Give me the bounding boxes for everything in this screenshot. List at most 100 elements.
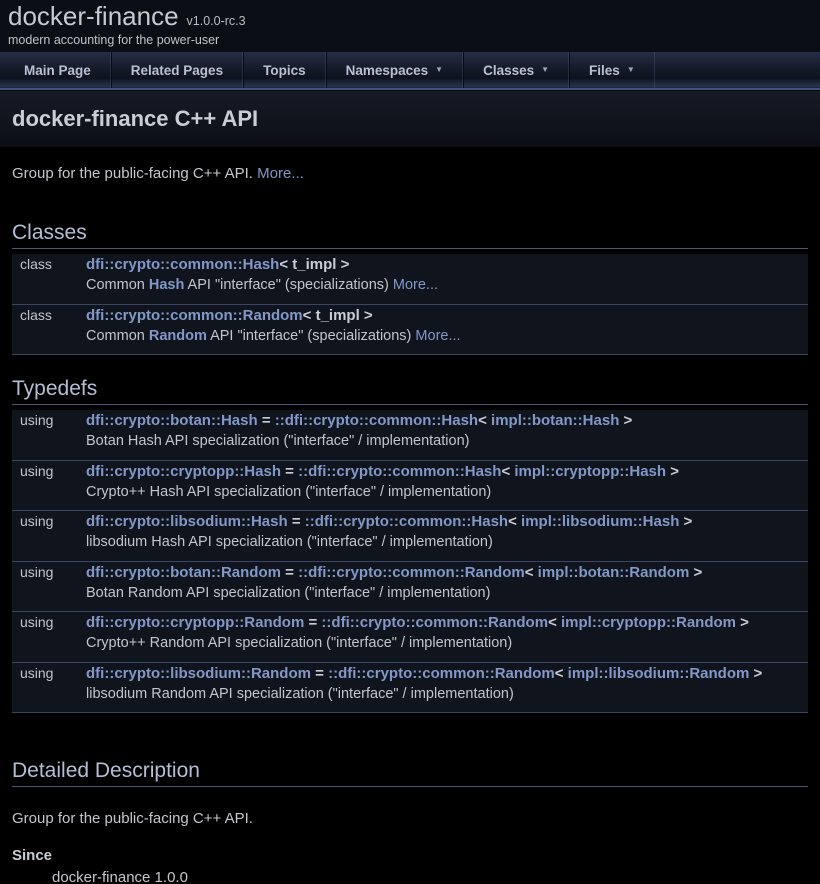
member-name: dfi::crypto::common::Hash< t_impl > — [86, 254, 808, 275]
impl-link[interactable]: impl::libsodium::Hash — [521, 513, 679, 530]
row-separator — [12, 347, 808, 355]
member-desc: libsodium Random API specialization ("in… — [86, 684, 808, 705]
page-title: docker-finance C++ API — [12, 106, 258, 132]
type-link[interactable]: ::dfi::crypto::common::Hash — [305, 513, 508, 530]
tab-main-page[interactable]: Main Page — [5, 52, 111, 88]
tab-files[interactable]: Files▼ — [569, 52, 655, 88]
member-desc: Common Random API "interface" (specializ… — [86, 326, 808, 347]
class-link[interactable]: Random — [149, 328, 207, 344]
tab-related-pages[interactable]: Related Pages — [111, 52, 243, 88]
spacer-cell — [12, 532, 86, 553]
table-row: using dfi::crypto::libsodium::Hash = ::d… — [12, 511, 808, 533]
member-desc: Crypto++ Hash API specialization ("inter… — [86, 482, 808, 503]
type-link[interactable]: ::dfi::crypto::common::Hash — [298, 463, 501, 480]
member-name: dfi::crypto::libsodium::Hash = ::dfi::cr… — [86, 511, 808, 533]
row-separator — [12, 705, 808, 713]
template-args: < t_impl > — [279, 256, 349, 273]
impl-link[interactable]: impl::cryptopp::Random — [561, 614, 736, 631]
impl-link[interactable]: impl::botan::Random — [538, 564, 690, 581]
typedef-link[interactable]: dfi::crypto::botan::Hash — [86, 412, 258, 429]
table-row-desc: libsodium Random API specialization ("in… — [12, 684, 808, 705]
typedef-link[interactable]: dfi::crypto::botan::Random — [86, 564, 281, 581]
spacer-cell — [12, 482, 86, 503]
more-link[interactable]: More... — [415, 328, 460, 344]
angle-open: < — [478, 412, 491, 429]
row-separator — [12, 553, 808, 561]
member-name: dfi::crypto::botan::Hash = ::dfi::crypto… — [86, 410, 808, 431]
member-desc: Botan Hash API specialization ("interfac… — [86, 431, 808, 452]
table-row: class dfi::crypto::common::Hash< t_impl … — [12, 254, 808, 275]
member-name: dfi::crypto::cryptopp::Hash = ::dfi::cry… — [86, 460, 808, 482]
class-link[interactable]: dfi::crypto::common::Random — [86, 307, 303, 324]
chevron-down-icon: ▼ — [435, 66, 443, 74]
typedef-link[interactable]: dfi::crypto::cryptopp::Random — [86, 614, 304, 631]
type-link[interactable]: ::dfi::crypto::common::Hash — [275, 412, 478, 429]
class-link[interactable]: Hash — [149, 277, 184, 293]
angle-open: < — [525, 564, 538, 581]
typedef-link[interactable]: dfi::crypto::libsodium::Hash — [86, 513, 288, 530]
desc-text: API "interface" (specializations) — [207, 328, 416, 344]
angle-close: > — [689, 564, 702, 581]
desc-text: Common — [86, 277, 149, 293]
spacer-cell — [12, 583, 86, 604]
member-name: dfi::crypto::libsodium::Random = ::dfi::… — [86, 662, 808, 684]
spacer-cell — [12, 431, 86, 452]
table-row-desc: Common Hash API "interface" (specializat… — [12, 275, 808, 296]
tab-namespaces[interactable]: Namespaces▼ — [326, 52, 463, 88]
type-link[interactable]: ::dfi::crypto::common::Random — [328, 665, 555, 682]
table-row: using dfi::crypto::cryptopp::Random = ::… — [12, 612, 808, 634]
member-desc: Botan Random API specialization ("interf… — [86, 583, 808, 604]
table-row: using dfi::crypto::botan::Random = ::dfi… — [12, 561, 808, 583]
member-name: dfi::crypto::cryptopp::Random = ::dfi::c… — [86, 612, 808, 634]
more-link[interactable]: More... — [393, 277, 438, 293]
equals-sign: = — [281, 463, 298, 480]
typedefs-table: using dfi::crypto::botan::Hash = ::dfi::… — [12, 410, 808, 713]
since-section: Since docker-finance 1.0.0 — [12, 847, 808, 884]
spacer-cell — [12, 275, 86, 296]
row-separator — [12, 604, 808, 612]
member-name: dfi::crypto::botan::Random = ::dfi::cryp… — [86, 561, 808, 583]
member-desc: Common Hash API "interface" (specializat… — [86, 275, 808, 296]
table-row-desc: Common Random API "interface" (specializ… — [12, 326, 808, 347]
type-link[interactable]: ::dfi::crypto::common::Random — [298, 564, 525, 581]
tab-classes[interactable]: Classes▼ — [463, 52, 569, 88]
class-link[interactable]: dfi::crypto::common::Hash — [86, 256, 279, 273]
type-link[interactable]: ::dfi::crypto::common::Random — [321, 614, 548, 631]
impl-link[interactable]: impl::cryptopp::Hash — [514, 463, 666, 480]
project-name: docker-finance — [8, 1, 179, 31]
typedef-link[interactable]: dfi::crypto::cryptopp::Hash — [86, 463, 281, 480]
tab-topics[interactable]: Topics — [243, 52, 326, 88]
table-row: class dfi::crypto::common::Random< t_imp… — [12, 304, 808, 326]
intro-paragraph: Group for the public-facing C++ API. Mor… — [12, 164, 808, 183]
table-row-desc: Crypto++ Hash API specialization ("inter… — [12, 482, 808, 503]
angle-close: > — [666, 463, 679, 480]
angle-close: > — [749, 665, 762, 682]
tab-label: Main Page — [24, 63, 91, 78]
table-row-desc: libsodium Hash API specialization ("inte… — [12, 532, 808, 553]
intro-text: Group for the public-facing C++ API. — [12, 165, 257, 182]
tab-label: Related Pages — [131, 63, 223, 78]
tab-label: Classes — [483, 63, 534, 78]
angle-close: > — [736, 614, 749, 631]
member-kind: using — [12, 612, 86, 634]
member-desc: libsodium Hash API specialization ("inte… — [86, 532, 808, 553]
angle-close: > — [619, 412, 632, 429]
row-separator — [12, 503, 808, 511]
more-link[interactable]: More... — [257, 165, 304, 182]
typedef-link[interactable]: dfi::crypto::libsodium::Random — [86, 665, 311, 682]
detailed-description-heading: Detailed Description — [12, 759, 808, 787]
equals-sign: = — [311, 665, 328, 682]
table-row-desc: Botan Random API specialization ("interf… — [12, 583, 808, 604]
tab-label: Topics — [263, 63, 306, 78]
member-kind: using — [12, 460, 86, 482]
member-kind: using — [12, 410, 86, 431]
row-separator — [12, 296, 808, 304]
impl-link[interactable]: impl::botan::Hash — [491, 412, 619, 429]
since-label: Since — [12, 847, 808, 864]
project-version: v1.0.0-rc.3 — [187, 14, 246, 28]
since-value: docker-finance 1.0.0 — [52, 869, 808, 884]
member-name: dfi::crypto::common::Random< t_impl > — [86, 304, 808, 326]
row-separator — [12, 654, 808, 662]
spacer-cell — [12, 326, 86, 347]
impl-link[interactable]: impl::libsodium::Random — [568, 665, 750, 682]
